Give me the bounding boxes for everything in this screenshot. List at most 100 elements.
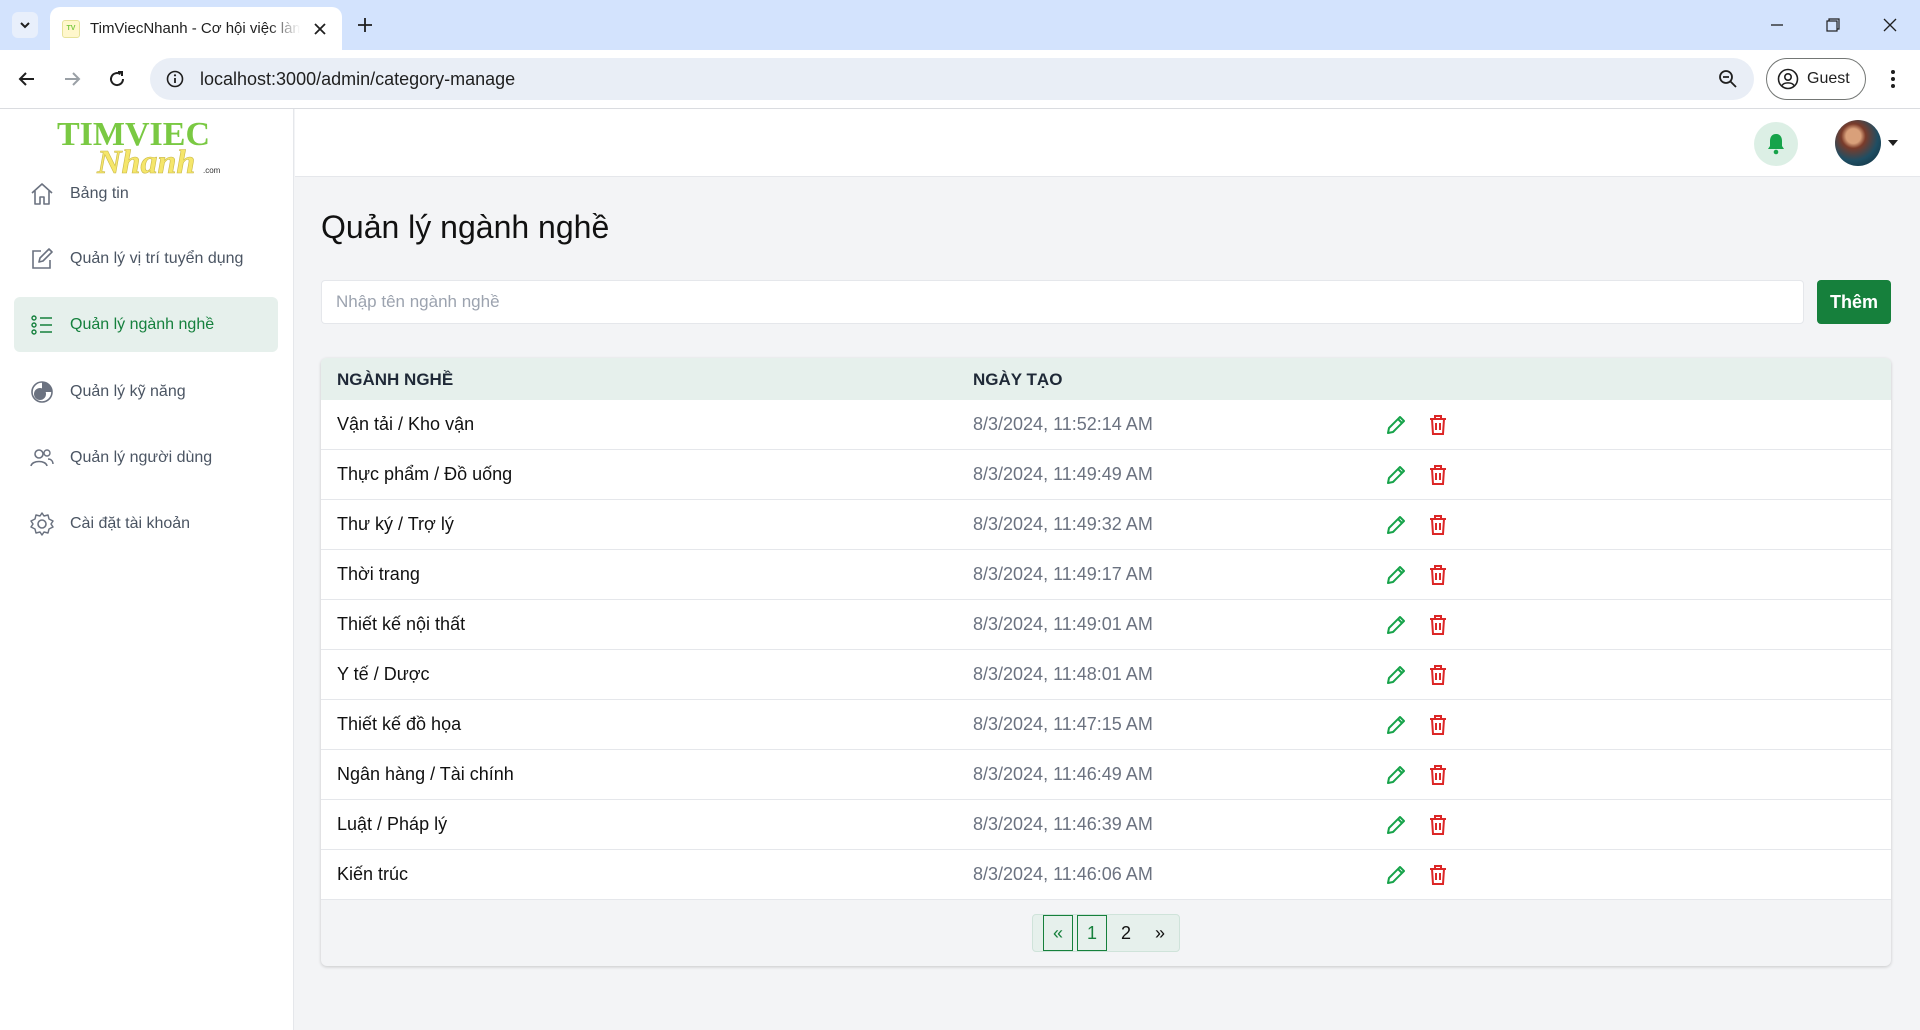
edit-square-icon — [28, 245, 56, 273]
sidebar-item-label: Quản lý người dùng — [70, 448, 213, 466]
trash-icon[interactable] — [1425, 612, 1451, 638]
add-button[interactable]: Thêm — [1817, 280, 1891, 324]
trash-icon[interactable] — [1425, 512, 1451, 538]
pagination-next-button[interactable]: » — [1145, 915, 1175, 951]
sidebar-item-label: Quản lý kỹ năng — [70, 382, 186, 400]
edit-icon[interactable] — [1383, 762, 1409, 788]
edit-icon[interactable] — [1383, 462, 1409, 488]
close-icon — [1883, 18, 1897, 32]
new-tab-button[interactable] — [352, 12, 378, 38]
forward-button[interactable] — [57, 64, 87, 94]
caret-down-icon[interactable] — [1887, 137, 1899, 149]
sidebar-item-settings[interactable]: Cài đặt tài khoản — [14, 496, 278, 551]
sidebar-item-users[interactable]: Quản lý người dùng — [14, 430, 278, 485]
table-row: Thực phẩm / Đồ uống 8/3/2024, 11:49:49 A… — [321, 450, 1891, 500]
restore-button[interactable] — [1818, 10, 1848, 40]
arrow-left-icon — [18, 72, 34, 86]
sidebar-item-label: Quản lý ngành nghề — [70, 315, 215, 333]
table-header: NGÀNH NGHỀ NGÀY TẠO — [321, 358, 1891, 400]
back-button[interactable] — [12, 64, 42, 94]
pagination-page-2[interactable]: 2 — [1111, 915, 1141, 951]
edit-icon[interactable] — [1383, 662, 1409, 688]
edit-icon[interactable] — [1383, 612, 1409, 638]
sidebar-item-job-positions[interactable]: Quản lý vị trí tuyển dụng — [14, 231, 278, 286]
profile-button[interactable]: Guest — [1766, 58, 1866, 100]
column-header-category: NGÀNH NGHỀ — [337, 370, 454, 389]
browser-tab-strip: TV TimViecNhanh - Cơ hội việc làm — [0, 0, 1920, 50]
trash-icon[interactable] — [1425, 662, 1451, 688]
favicon-icon: TV — [62, 19, 80, 38]
zoom-button[interactable] — [1718, 69, 1738, 89]
table-row: Ngân hàng / Tài chính 8/3/2024, 11:46:49… — [321, 750, 1891, 800]
category-table: NGÀNH NGHỀ NGÀY TẠO Vận tải / Kho vận 8/… — [321, 358, 1891, 966]
category-name: Ngân hàng / Tài chính — [337, 764, 514, 784]
browser-tab[interactable]: TV TimViecNhanh - Cơ hội việc làm — [50, 7, 342, 50]
table-row: Vận tải / Kho vận 8/3/2024, 11:52:14 AM — [321, 400, 1891, 450]
arrow-right-icon — [65, 72, 81, 86]
trash-icon[interactable] — [1425, 862, 1451, 888]
chart-pie-icon — [28, 378, 56, 406]
more-vert-icon — [1891, 70, 1895, 88]
minimize-button[interactable] — [1762, 10, 1792, 40]
created-date: 8/3/2024, 11:49:17 AM — [973, 564, 1153, 584]
trash-icon[interactable] — [1425, 412, 1451, 438]
created-date: 8/3/2024, 11:47:15 AM — [973, 714, 1153, 734]
list-icon — [28, 311, 56, 339]
trash-icon[interactable] — [1425, 812, 1451, 838]
profile-label: Guest — [1807, 70, 1850, 87]
tab-search-button[interactable] — [12, 12, 38, 38]
chevron-down-icon — [20, 22, 30, 29]
category-name: Thư ký / Trợ lý — [337, 514, 454, 534]
sidebar-item-categories[interactable]: Quản lý ngành nghề — [14, 297, 278, 352]
category-name: Thiết kế nội thất — [337, 614, 466, 634]
window-close-button[interactable] — [1875, 10, 1905, 40]
users-icon — [28, 444, 56, 472]
edit-icon[interactable] — [1383, 562, 1409, 588]
address-bar[interactable]: localhost:3000/admin/category-manage — [150, 58, 1754, 100]
edit-icon[interactable] — [1383, 712, 1409, 738]
trash-icon[interactable] — [1425, 712, 1451, 738]
sidebar-item-label: Quản lý vị trí tuyển dụng — [70, 249, 244, 267]
category-name-input[interactable] — [321, 280, 1804, 324]
browser-menu-button[interactable] — [1878, 64, 1908, 94]
created-date: 8/3/2024, 11:48:01 AM — [973, 664, 1153, 684]
site-info-icon — [166, 70, 184, 88]
category-name: Thực phẩm / Đồ uống — [337, 464, 513, 484]
sidebar-item-skills[interactable]: Quản lý kỹ năng — [14, 364, 278, 419]
gear-icon — [28, 510, 56, 538]
column-header-created: NGÀY TẠO — [973, 370, 1063, 389]
trash-icon[interactable] — [1425, 462, 1451, 488]
reload-button[interactable] — [102, 64, 132, 94]
trash-icon[interactable] — [1425, 562, 1451, 588]
pagination-page-1[interactable]: 1 — [1077, 915, 1107, 951]
browser-toolbar: localhost:3000/admin/category-manage Gue… — [0, 50, 1920, 109]
bell-icon — [1768, 134, 1784, 155]
created-date: 8/3/2024, 11:46:06 AM — [973, 864, 1153, 884]
trash-icon[interactable] — [1425, 762, 1451, 788]
created-date: 8/3/2024, 11:46:49 AM — [973, 764, 1153, 784]
edit-icon[interactable] — [1383, 512, 1409, 538]
sidebar-item-dashboard[interactable]: Bảng tin — [14, 166, 278, 221]
category-name: Thiết kế đồ họa — [337, 714, 462, 734]
category-name: Y tế / Dược — [337, 664, 430, 684]
tab-close-button[interactable] — [310, 19, 330, 39]
notifications-button[interactable] — [1754, 122, 1798, 166]
pagination: « 1 2 » — [1032, 914, 1180, 952]
sidebar-item-label: Bảng tin — [70, 184, 129, 202]
table-row: Y tế / Dược 8/3/2024, 11:48:01 AM — [321, 650, 1891, 700]
zoom-out-icon — [1719, 70, 1737, 88]
sidebar: TIMVIEC Nhanh .com Bảng tin Quản lý vị t… — [0, 109, 294, 1030]
home-icon — [28, 180, 56, 208]
edit-icon[interactable] — [1383, 412, 1409, 438]
avatar[interactable] — [1835, 120, 1881, 166]
category-name: Luật / Pháp lý — [337, 814, 448, 834]
edit-icon[interactable] — [1383, 812, 1409, 838]
plus-icon — [358, 18, 372, 32]
account-circle-icon — [1777, 68, 1799, 90]
app-header — [295, 109, 1920, 177]
edit-icon[interactable] — [1383, 862, 1409, 888]
category-name: Kiến trúc — [337, 864, 409, 884]
tab-title: TimViecNhanh - Cơ hội việc làm — [90, 20, 300, 37]
pagination-prev-button[interactable]: « — [1043, 915, 1073, 951]
created-date: 8/3/2024, 11:49:32 AM — [973, 514, 1153, 534]
